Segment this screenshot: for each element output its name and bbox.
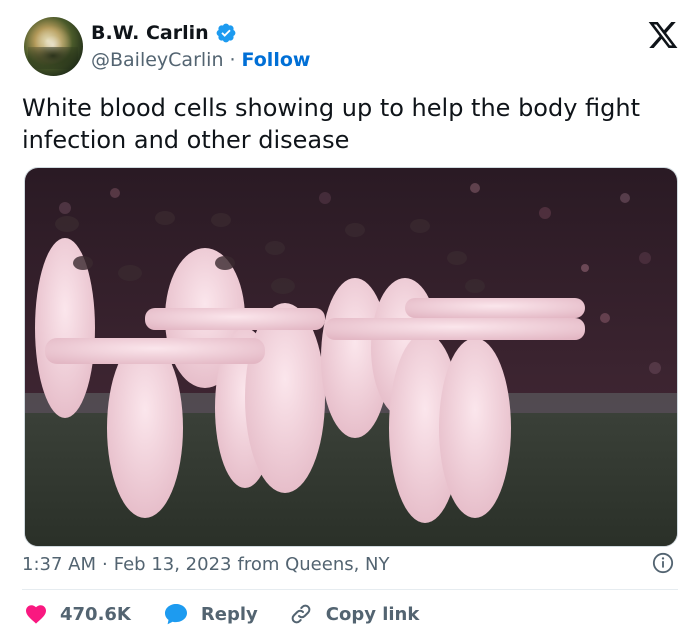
tweet-date[interactable]: Feb 13, 2023 [114,554,232,575]
speech-bubble-icon [164,604,187,625]
copy-link-button[interactable]: Copy link [288,602,420,626]
follow-button[interactable]: Follow [242,49,311,71]
timestamp-separator: · [102,553,108,575]
copy-link-label: Copy link [325,603,420,625]
like-button[interactable]: 470.6K [24,602,131,626]
tweet-text: White blood cells showing up to help the… [22,94,641,154]
author-handle[interactable]: @BaileyCarlin [91,49,224,71]
handle-separator: · [229,49,236,71]
reply-label: Reply [200,603,258,625]
author-avatar[interactable] [24,17,83,76]
tweet-media-video[interactable] [24,167,678,547]
info-icon[interactable] [652,552,674,574]
action-divider [22,589,678,590]
author-name-row: B.W. Carlin [91,20,237,46]
author-handle-row: @BaileyCarlin · Follow [91,47,310,73]
verified-badge-icon [216,23,236,43]
tweet-header: B.W. Carlin @BaileyCarlin · Follow [24,17,680,77]
tweet-actions: 470.6K Reply Copy link [24,598,419,630]
author-display-name[interactable]: B.W. Carlin [91,22,209,44]
link-icon [291,604,311,624]
reply-button[interactable]: Reply [163,602,258,626]
heart-icon [26,605,46,624]
tweet-location: from Queens, NY [237,553,390,575]
tweet-timestamp: 1:37 AM · Feb 13, 2023 from Queens, NY [22,552,678,576]
x-logo-icon[interactable] [646,19,680,51]
tweet-time[interactable]: 1:37 AM [22,554,96,575]
media-image [25,168,677,546]
like-count: 470.6K [60,603,131,625]
